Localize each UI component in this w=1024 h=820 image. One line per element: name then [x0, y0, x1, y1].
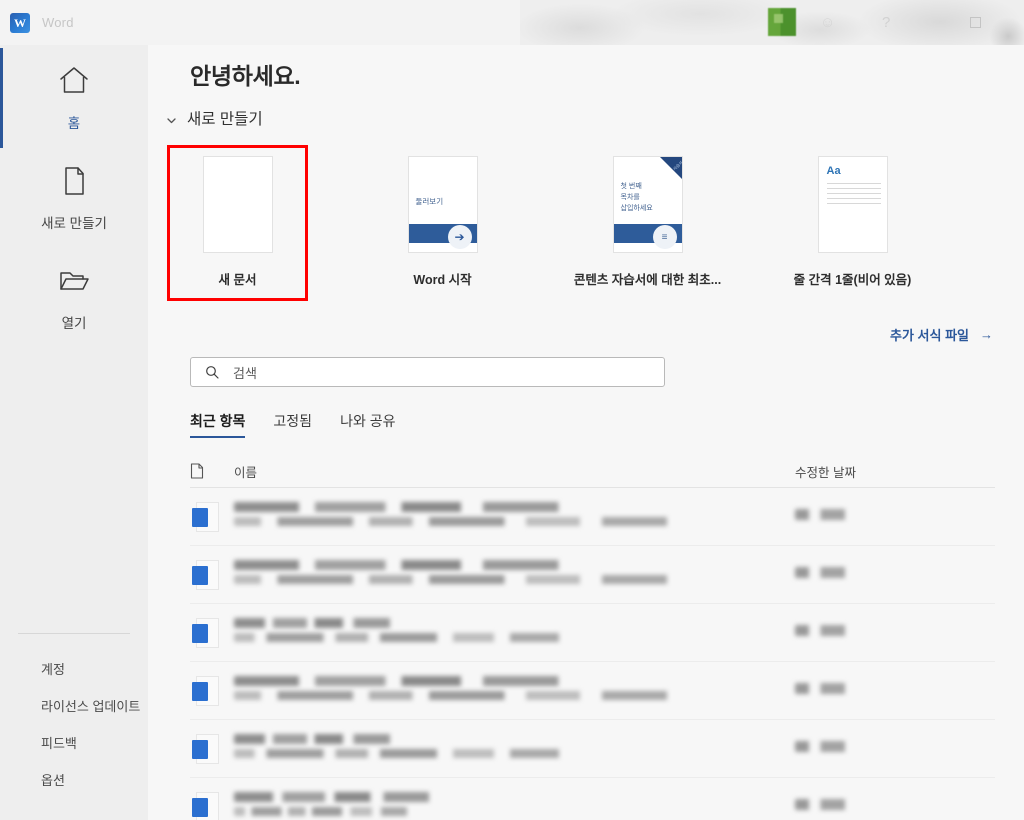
template-thumbnail-toc: 자습서 첫 번째 목차를 삽입하세요 ≡ [612, 156, 683, 253]
folder-open-icon [57, 264, 91, 298]
new-section-title: 새로 만들기 [187, 111, 263, 128]
file-name-redacted [234, 502, 795, 531]
table-row[interactable] [190, 720, 995, 778]
table-row[interactable] [190, 662, 995, 720]
template-card-label: 줄 간격 1줄(비어 있음) [793, 273, 912, 287]
table-row[interactable] [190, 488, 995, 546]
sidebar: 홈 새로 만들기 열기 계정 라이선스 업데이트 피드백 옵션 [0, 0, 148, 820]
file-date-redacted [795, 682, 995, 699]
file-name-redacted [234, 734, 795, 763]
table-row[interactable] [190, 546, 995, 604]
sidebar-link-license-update[interactable]: 라이선스 업데이트 [0, 687, 148, 724]
account-icon[interactable]: ☺ [820, 14, 835, 31]
word-file-icon [190, 674, 234, 708]
file-date-redacted [795, 566, 995, 583]
tab-recent[interactable]: 최근 항목 [190, 411, 261, 438]
help-icon[interactable]: ? [882, 14, 890, 31]
sidebar-link-account[interactable]: 계정 [0, 650, 148, 687]
template-thumbnail-linespacing: Aa [817, 156, 888, 253]
column-header-date-modified[interactable]: 수정한 날짜 [795, 462, 995, 481]
column-header-name[interactable]: 이름 [234, 462, 795, 481]
app-title: Word [42, 15, 74, 30]
template-thumbnail-tour: 둘러보기 ➔ [407, 156, 478, 253]
restore-window-button[interactable] [970, 17, 981, 28]
template-card-toc-tutorial[interactable]: 자습서 첫 번째 목차를 삽입하세요 ≡ 콘텐츠 자습서에 대한 최초... [574, 148, 721, 298]
template-card-label: 콘텐츠 자습서에 대한 최초... [573, 273, 722, 287]
word-file-icon [190, 616, 234, 650]
title-bar: W Word ☺ ? [0, 0, 1024, 45]
home-icon [57, 64, 91, 98]
file-date-redacted [795, 508, 995, 525]
search-icon [205, 365, 219, 379]
template-card-label: 새 문서 [218, 273, 257, 287]
sidebar-item-home-label: 홈 [67, 116, 81, 131]
chevron-down-icon[interactable] [166, 113, 177, 124]
file-name-redacted [234, 676, 795, 705]
sidebar-item-home[interactable]: 홈 [0, 48, 148, 148]
sidebar-item-open-label: 열기 [61, 316, 87, 331]
sidebar-link-options[interactable]: 옵션 [0, 761, 148, 798]
template-thumbnail-rules [826, 183, 881, 208]
new-section-header[interactable]: 새로 만들기 [166, 107, 263, 129]
template-thumbnail-tour-text: 둘러보기 [415, 197, 444, 206]
arrow-right-icon: → [980, 327, 993, 342]
search-input[interactable]: 검색 [190, 357, 665, 387]
template-thumbnail-aa-text: Aa [826, 165, 841, 177]
document-icon [190, 463, 234, 479]
word-file-icon [190, 558, 234, 592]
template-card-list: 새 문서 둘러보기 ➔ Word 시작 자습서 첫 번째 목차를 삽입하세요 ≡… [167, 145, 920, 301]
table-row[interactable] [190, 778, 995, 820]
sidebar-item-open[interactable]: 열기 [0, 248, 148, 348]
table-header-row: 이름 수정한 날짜 [190, 455, 995, 488]
file-date-redacted [795, 798, 995, 815]
file-name-redacted [234, 560, 795, 589]
template-card-welcome-to-word[interactable]: 둘러보기 ➔ Word 시작 [375, 148, 510, 298]
template-card-single-spaced[interactable]: Aa 줄 간격 1줄(비어 있음) [785, 148, 920, 298]
table-row[interactable] [190, 604, 995, 662]
insert-toc-icon: ≡ [652, 225, 677, 249]
template-thumbnail-toc-text: 첫 번째 목차를 삽입하세요 [621, 182, 653, 215]
sidebar-divider [18, 633, 130, 634]
word-file-icon [190, 500, 234, 534]
arrow-right-icon: ➔ [447, 225, 472, 249]
sidebar-link-feedback[interactable]: 피드백 [0, 724, 148, 761]
word-app-icon: W [10, 13, 30, 33]
sidebar-item-new-label: 새로 만들기 [41, 216, 107, 231]
word-start-screen: W Word ☺ ? 홈 새로 만들기 열기 계정 라이선스 업데이트 피드백 … [0, 0, 1024, 820]
title-bar-green-badge [768, 8, 796, 36]
file-name-redacted [234, 618, 795, 647]
recent-files-table: 이름 수정한 날짜 [190, 455, 995, 820]
template-thumbnail-blank [202, 156, 273, 253]
page-title: 안녕하세요. [190, 63, 301, 89]
file-list-tabs: 최근 항목 고정됨 나와 공유 [190, 411, 423, 438]
toc-line-3: 삽입하세요 [620, 204, 653, 212]
file-date-redacted [795, 624, 995, 641]
search-placeholder: 검색 [233, 365, 257, 381]
template-card-label: Word 시작 [413, 273, 472, 287]
file-date-redacted [795, 740, 995, 757]
sidebar-bottom-links: 계정 라이선스 업데이트 피드백 옵션 [0, 650, 148, 798]
template-card-blank-document[interactable]: 새 문서 [167, 145, 308, 301]
sidebar-item-new[interactable]: 새로 만들기 [0, 148, 148, 248]
toc-line-2: 목차를 [620, 193, 640, 201]
word-file-icon [190, 732, 234, 766]
file-name-redacted [234, 792, 795, 820]
sidebar-nav: 홈 새로 만들기 열기 [0, 48, 148, 348]
tab-pinned[interactable]: 고정됨 [273, 411, 328, 438]
tab-shared-with-me[interactable]: 나와 공유 [340, 411, 411, 438]
more-templates-link[interactable]: 추가 서식 파일 → [890, 325, 993, 344]
toc-line-1: 첫 번째 [620, 183, 642, 190]
more-templates-label: 추가 서식 파일 [890, 328, 969, 343]
main-content: 안녕하세요. 새로 만들기 새 문서 둘러보기 ➔ Word 시작 자습서 첫 … [148, 45, 1024, 820]
word-file-icon [190, 790, 234, 820]
new-document-icon [57, 164, 91, 198]
